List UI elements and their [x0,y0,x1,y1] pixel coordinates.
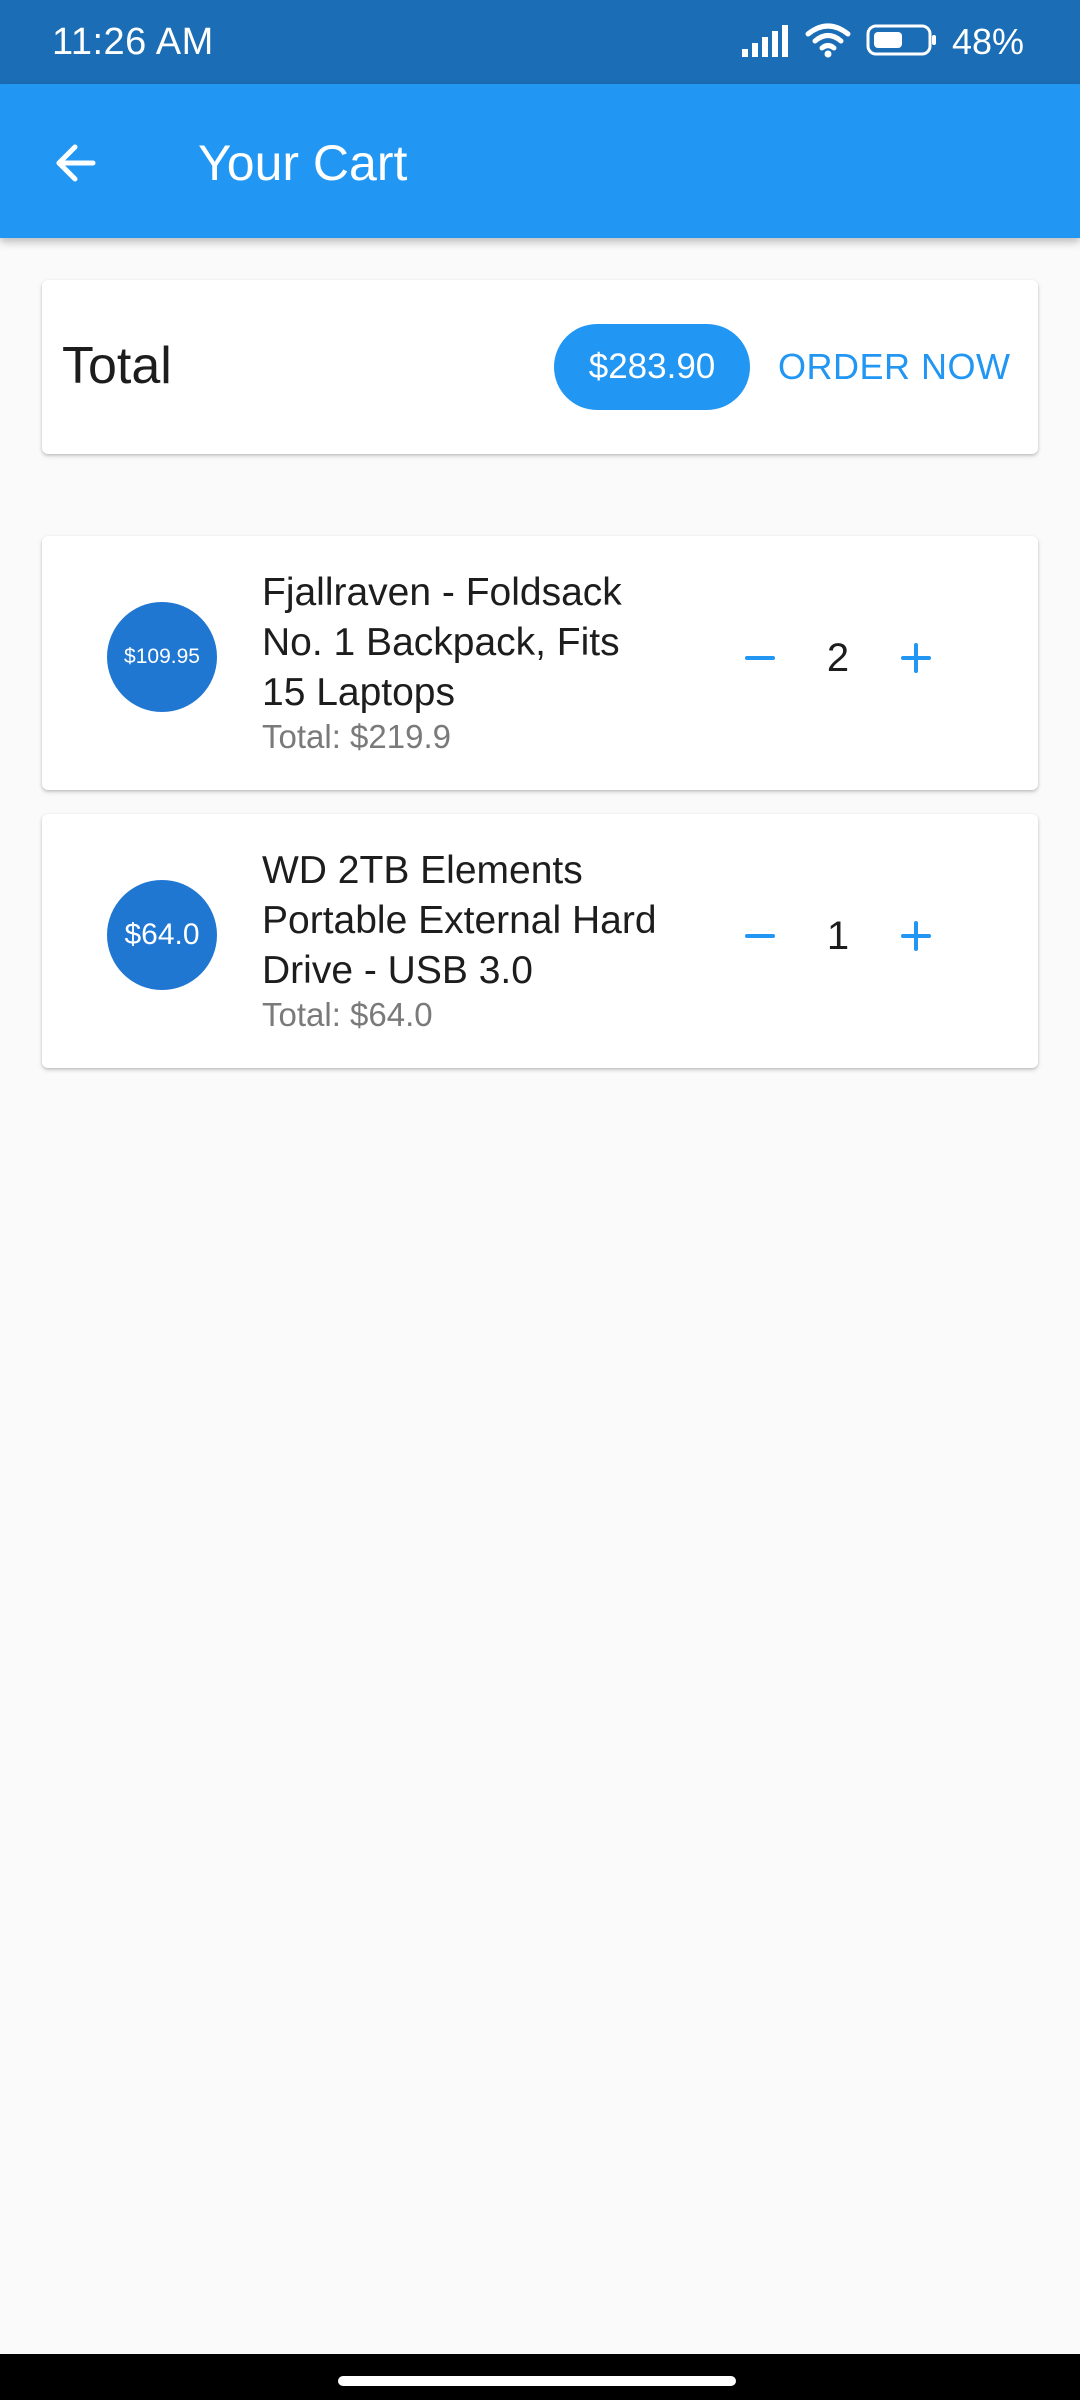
item-subtotal: Total: $219.9 [262,718,451,755]
total-label: Total [62,337,172,395]
total-amount-chip: $283.90 [554,324,750,410]
status-time: 11:26 AM [52,21,214,63]
plus-icon [901,921,931,951]
order-now-button[interactable]: ORDER NOW [762,324,1027,410]
quantity-value: 2 [826,635,850,680]
item-title: WD 2TB Elements Portable External Hard D… [262,849,657,992]
signal-icon [740,23,790,62]
page-title: Your Cart [198,135,408,191]
item-price-avatar: $109.95 [107,602,217,712]
system-navigation-bar [0,2354,1080,2400]
item-title: Fjallraven - Foldsack No. 1 Backpack, Fi… [262,571,622,714]
cart-item: $64.0 WD 2TB Elements Portable External … [42,814,1038,1068]
minus-icon [745,934,775,938]
cart-item: $109.95 Fjallraven - Foldsack No. 1 Back… [42,536,1038,790]
quantity-stepper: 2 [724,622,944,694]
battery-icon [866,23,938,62]
wifi-icon [804,22,852,63]
total-summary-card: Total $283.90 ORDER NOW [42,280,1038,454]
quantity-value: 1 [826,913,850,958]
increase-quantity-button[interactable] [880,622,952,694]
plus-icon [901,643,931,673]
item-subtotal: Total: $64.0 [262,996,433,1033]
status-bar: 11:26 AM 48% [0,0,1080,84]
app-bar: Your Cart [0,84,1080,238]
item-price-avatar: $64.0 [107,880,217,990]
home-indicator[interactable] [338,2376,736,2386]
increase-quantity-button[interactable] [880,900,952,972]
decrease-quantity-button[interactable] [724,900,796,972]
quantity-stepper: 1 [724,900,944,972]
status-icons: 48% [740,20,1024,64]
battery-percentage: 48% [951,21,1024,62]
back-button[interactable] [36,124,114,202]
arrow-back-icon [56,144,96,182]
decrease-quantity-button[interactable] [724,622,796,694]
minus-icon [745,656,775,660]
